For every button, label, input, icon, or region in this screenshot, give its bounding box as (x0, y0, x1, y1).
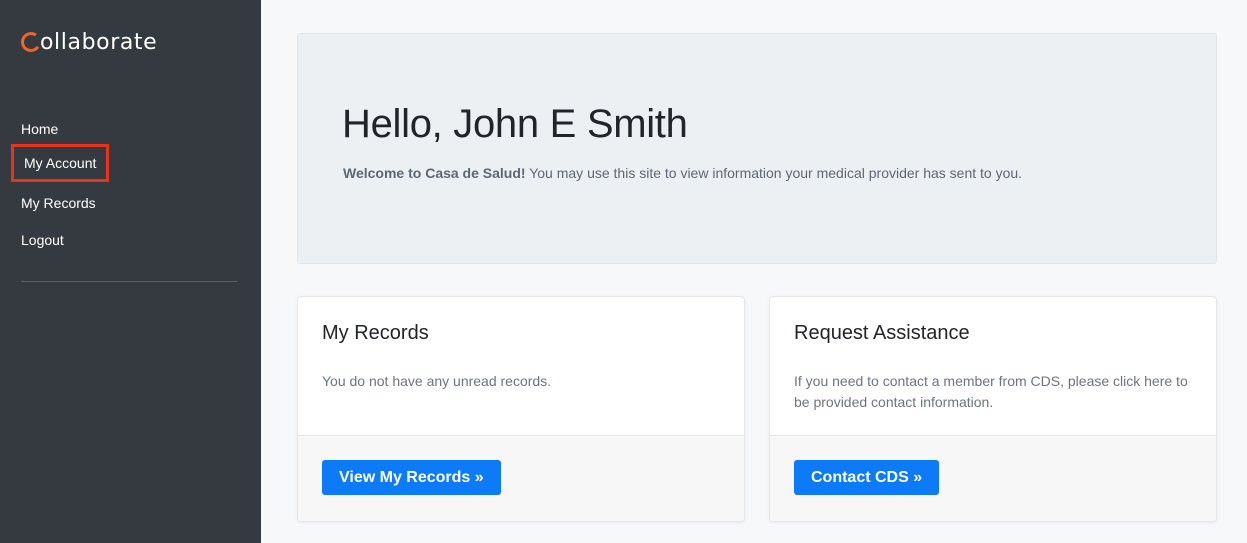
request-assistance-card: Request Assistance If you need to contac… (769, 296, 1217, 522)
logo[interactable]: ollaborate (19, 26, 158, 58)
request-assistance-card-text: If you need to contact a member from CDS… (794, 373, 1188, 410)
sidebar-item-home[interactable]: Home (21, 120, 58, 138)
welcome-banner: Hello, John E Smith Welcome to Casa de S… (297, 33, 1217, 264)
welcome-site-name: Welcome to Casa de Salud! (343, 165, 526, 181)
sidebar: ollaborate Home My Account My Records Lo… (0, 0, 261, 543)
welcome-description: You may use this site to view informatio… (525, 165, 1023, 181)
request-assistance-card-footer: Contact CDS » (770, 435, 1216, 521)
my-records-card-text: You do not have any unread records. (322, 373, 552, 389)
view-my-records-button[interactable]: View My Records » (322, 460, 501, 495)
logo-text: ollaborate (40, 29, 158, 55)
sidebar-item-my-account[interactable]: My Account (11, 144, 110, 182)
welcome-message: Welcome to Casa de Salud! You may use th… (343, 165, 1022, 181)
my-records-card: My Records You do not have any unread re… (297, 296, 745, 522)
sidebar-divider (21, 281, 237, 282)
my-records-card-title: My Records (322, 322, 429, 344)
sidebar-item-logout[interactable]: Logout (21, 231, 64, 249)
my-records-card-footer: View My Records » (298, 435, 744, 521)
sidebar-item-my-records[interactable]: My Records (21, 194, 96, 212)
page-title: Hello, John E Smith (342, 102, 688, 146)
request-assistance-card-title: Request Assistance (794, 322, 970, 344)
contact-cds-button[interactable]: Contact CDS » (794, 460, 940, 495)
